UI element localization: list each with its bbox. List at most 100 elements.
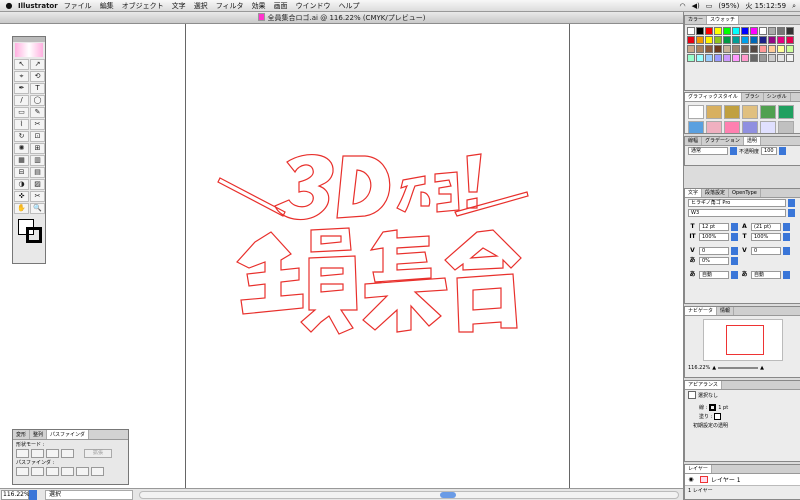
swatch[interactable] xyxy=(741,54,749,62)
tool-button[interactable]: / xyxy=(14,95,29,106)
swatch[interactable] xyxy=(777,27,785,35)
navigator-thumbnail[interactable] xyxy=(702,319,783,361)
font-family-dropdown[interactable] xyxy=(788,199,795,207)
tab-appearance[interactable]: アピアランス xyxy=(685,381,722,389)
tool-button[interactable]: ▨ xyxy=(30,179,45,190)
tab-symbols[interactable]: シンボル xyxy=(764,93,791,101)
trim-button[interactable] xyxy=(31,467,44,476)
crop-button[interactable] xyxy=(61,467,74,476)
swatch[interactable] xyxy=(696,45,704,53)
swatch[interactable] xyxy=(723,45,731,53)
tool-button[interactable]: ✎ xyxy=(30,107,45,118)
swatch[interactable] xyxy=(786,36,794,44)
menu-type[interactable]: 文字 xyxy=(172,1,186,11)
tab-info[interactable]: 情報 xyxy=(717,307,735,315)
opacity-field[interactable]: 100 xyxy=(761,147,778,155)
tools-palette-titlebar[interactable] xyxy=(13,37,45,42)
outline-button[interactable] xyxy=(76,467,89,476)
tool-button[interactable]: ✺ xyxy=(14,143,29,154)
swatch[interactable] xyxy=(786,45,794,53)
unite-button[interactable] xyxy=(16,449,29,458)
menu-edit[interactable]: 編集 xyxy=(100,1,114,11)
expand-button[interactable]: 拡張 xyxy=(84,449,112,458)
divide-button[interactable] xyxy=(16,467,29,476)
appearance-stroke-row[interactable]: 線 : 1 pt xyxy=(685,403,800,412)
swatch[interactable] xyxy=(732,54,740,62)
menu-effect[interactable]: 効果 xyxy=(252,1,266,11)
graphic-style-thumbnail[interactable] xyxy=(742,121,758,133)
swatch[interactable] xyxy=(741,27,749,35)
tab-stroke[interactable]: 線幅 xyxy=(685,137,703,145)
vertical-scale-field[interactable]: 100% xyxy=(699,233,729,241)
tsume-dropdown[interactable] xyxy=(731,257,738,265)
swatch[interactable] xyxy=(714,54,722,62)
swatch[interactable] xyxy=(759,36,767,44)
horizontal-scale-dropdown[interactable] xyxy=(783,233,790,241)
graphic-style-thumbnail[interactable] xyxy=(724,121,740,133)
tool-button[interactable]: ⊟ xyxy=(14,167,29,178)
tab-navigator[interactable]: ナビゲータ xyxy=(685,307,718,315)
app-name-menu[interactable]: Illustrator xyxy=(18,2,58,10)
opacity-dropdown[interactable] xyxy=(779,147,787,155)
leading-field[interactable]: (21 pt) xyxy=(751,223,781,231)
font-family-select[interactable]: ヒラギノ角ゴ Pro xyxy=(688,199,786,207)
font-weight-select[interactable]: W3 xyxy=(688,209,786,217)
swatch[interactable] xyxy=(687,36,695,44)
swatch[interactable] xyxy=(696,27,704,35)
swatch[interactable] xyxy=(696,54,704,62)
swatch[interactable] xyxy=(750,54,758,62)
tool-button[interactable]: ◯ xyxy=(30,95,45,106)
graphic-style-thumbnail[interactable] xyxy=(760,121,776,133)
horizontal-scale-field[interactable]: 100% xyxy=(751,233,781,241)
swatch[interactable] xyxy=(768,54,776,62)
swatch[interactable] xyxy=(750,45,758,53)
swatch[interactable] xyxy=(777,36,785,44)
wifi-icon[interactable]: ◠ xyxy=(680,2,686,10)
swatch[interactable] xyxy=(687,27,695,35)
swatch[interactable] xyxy=(696,36,704,44)
graphic-style-thumbnail[interactable] xyxy=(688,121,704,133)
tool-button[interactable]: ↗ xyxy=(30,59,45,70)
swatch[interactable] xyxy=(741,36,749,44)
tab-opentype[interactable]: OpenType xyxy=(729,189,761,197)
swatch[interactable] xyxy=(768,27,776,35)
swatch[interactable] xyxy=(759,27,767,35)
tool-button[interactable]: ✂ xyxy=(30,119,45,130)
graphic-style-thumbnail[interactable] xyxy=(760,105,776,119)
tool-button[interactable]: ◑ xyxy=(14,179,29,190)
tab-layers[interactable]: レイヤー xyxy=(685,465,712,473)
horizontal-scrollbar[interactable] xyxy=(139,490,679,499)
tracking-field[interactable]: 0 xyxy=(751,247,781,255)
scrollbar-thumb[interactable] xyxy=(440,491,456,498)
tracking-dropdown[interactable] xyxy=(783,247,790,255)
font-size-field[interactable]: 12 pt xyxy=(699,223,729,231)
zoom-field[interactable]: 116.22% xyxy=(1,489,30,500)
volume-icon[interactable]: ◀) xyxy=(692,2,700,10)
tool-button[interactable]: ⊡ xyxy=(30,131,45,142)
kerning-field[interactable]: 0 xyxy=(699,247,729,255)
zoom-dropdown-button[interactable] xyxy=(29,489,37,500)
swatch[interactable] xyxy=(705,45,713,53)
font-weight-dropdown[interactable] xyxy=(788,209,795,217)
swatch[interactable] xyxy=(705,36,713,44)
swatch[interactable] xyxy=(786,27,794,35)
swatch[interactable] xyxy=(777,45,785,53)
tool-button[interactable]: ⟲ xyxy=(30,71,45,82)
swatch[interactable] xyxy=(732,27,740,35)
graphic-style-thumbnail[interactable] xyxy=(778,121,794,133)
layer-row[interactable]: ◉ レイヤー 1 xyxy=(685,474,800,486)
graphic-style-thumbnail[interactable] xyxy=(706,105,722,119)
aki-right-select[interactable]: 自動 xyxy=(751,271,781,279)
navigator-view-box[interactable] xyxy=(725,325,764,355)
tool-button[interactable]: ✒ xyxy=(14,83,29,94)
merge-button[interactable] xyxy=(46,467,59,476)
menu-select[interactable]: 選択 xyxy=(194,1,208,11)
tool-button[interactable]: ✜ xyxy=(14,191,29,202)
tab-character[interactable]: 文字 xyxy=(685,189,703,197)
appearance-fill-row[interactable]: 塗り : xyxy=(685,412,800,421)
tab-gradient[interactable]: グラデーション xyxy=(702,137,744,145)
battery-icon[interactable]: ▭ xyxy=(706,2,713,10)
swatch[interactable] xyxy=(714,36,722,44)
tool-button[interactable]: ▤ xyxy=(30,167,45,178)
menu-filter[interactable]: フィルタ xyxy=(216,1,244,11)
